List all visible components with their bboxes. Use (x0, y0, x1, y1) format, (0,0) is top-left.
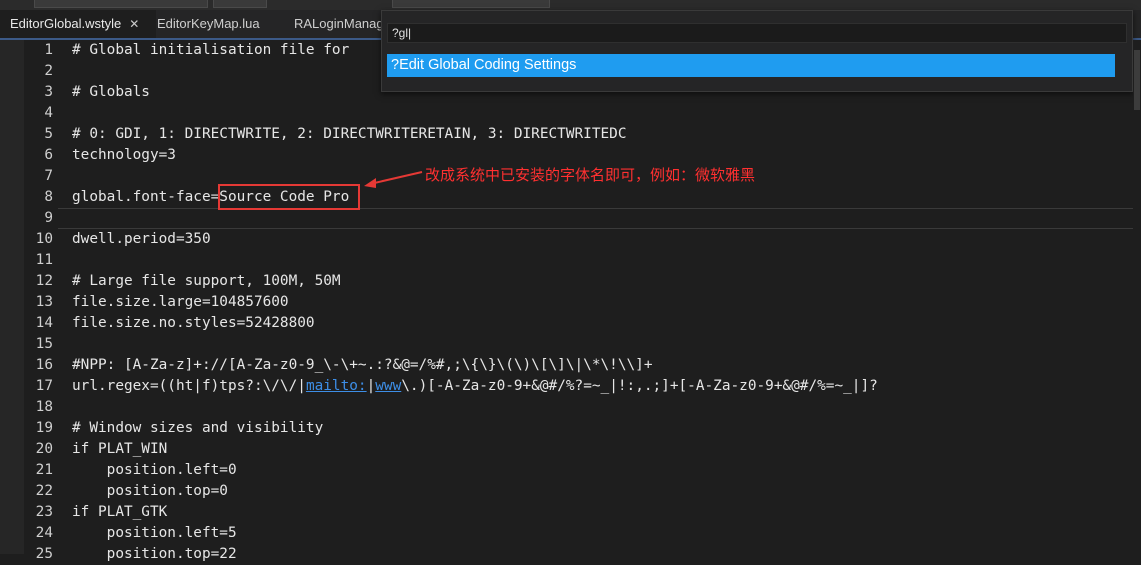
line-number: 10 (35, 231, 53, 247)
line-number: 4 (44, 105, 53, 121)
code-line: 5 # 0: GDI, 1: DIRECTWRITE, 2: DIRECTWRIT… (0, 124, 1141, 145)
line-number: 14 (35, 315, 53, 331)
line-number: 20 (35, 441, 53, 457)
line-number: 11 (35, 252, 53, 268)
line-number: 6 (44, 147, 53, 163)
tab-label: EditorGlobal.wstyle (10, 16, 122, 31)
code-line: 15 (0, 334, 1141, 355)
tab-label: RALoginManag (294, 16, 384, 31)
line-text: if PLAT_WIN (72, 441, 168, 457)
font-face-highlight-box (218, 184, 360, 210)
code-line: 25 position.top=22 (0, 544, 1141, 565)
code-line: 20 if PLAT_WIN (0, 439, 1141, 460)
line-text: file.size.no.styles=52428800 (72, 315, 315, 331)
line-number: 13 (35, 294, 53, 310)
code-line: 6 technology=3 (0, 145, 1141, 166)
code-fragment: \.)[-A-Za-z0-9+&@#/%?=~_|!:,.;]+[-A-Za-z… (401, 378, 878, 394)
toolbar-chip[interactable] (213, 0, 267, 8)
line-number: 7 (44, 168, 53, 184)
line-number: 3 (44, 84, 53, 100)
annotation-text: 改成系统中已安装的字体名即可，例如：微软雅黑 (425, 167, 756, 184)
code-line: 9 (0, 208, 1141, 229)
line-text: file.size.large=104857600 (72, 294, 289, 310)
line-text: # 0: GDI, 1: DIRECTWRITE, 2: DIRECTWRITE… (72, 126, 627, 142)
code-line: 21 position.left=0 (0, 460, 1141, 481)
code-fragment: | (366, 378, 376, 394)
line-number: 8 (44, 189, 53, 205)
code-line: 12 # Large file support, 100M, 50M (0, 271, 1141, 292)
line-text: if PLAT_GTK (72, 504, 168, 520)
line-text: #NPP: [A-Za-z]+://[A-Za-z0-9_\-\+~.:?&@=… (72, 357, 653, 373)
code-fragment: url.regex=((ht|f)tps?:\/\/| (72, 378, 306, 394)
line-number: 17 (35, 378, 53, 394)
scrollbar-thumb[interactable] (1134, 50, 1140, 110)
code-line: 24 position.left=5 (0, 523, 1141, 544)
line-text: position.left=5 (72, 525, 237, 541)
code-line: 16 #NPP: [A-Za-z]+://[A-Za-z0-9_\-\+~.:?&… (0, 355, 1141, 376)
code-editor[interactable]: 1 # Global initialisation file for 2 3 # Glo… (0, 40, 1141, 562)
code-line: 11 (0, 250, 1141, 271)
line-number: 15 (35, 336, 53, 352)
line-number: 25 (35, 546, 53, 562)
tab-editorkeymap[interactable]: EditorKeyMap.lua (147, 10, 295, 38)
window-top-strip (0, 0, 1141, 10)
line-text: # Window sizes and visibility (72, 420, 324, 436)
code-line: 8 global.font-face=Source Code Pro (0, 187, 1141, 208)
line-text: dwell.period=350 (72, 231, 211, 247)
line-number: 22 (35, 483, 53, 499)
line-text: # Global initialisation file for (72, 42, 350, 58)
code-line: 22 position.top=0 (0, 481, 1141, 502)
code-line: 10 dwell.period=350 (0, 229, 1141, 250)
code-line: 17 url.regex=((ht|f)tps?:\/\/|mailto:|www… (0, 376, 1141, 397)
url-link[interactable]: mailto: (306, 378, 367, 394)
line-text: # Globals (72, 84, 150, 100)
line-text: position.left=0 (72, 462, 237, 478)
line-text: # Large file support, 100M, 50M (72, 273, 341, 289)
line-text: technology=3 (72, 147, 176, 163)
command-palette: ?gl| ?Edit Global Coding Settings (381, 10, 1133, 92)
toolbar-chip[interactable] (392, 0, 550, 8)
close-icon[interactable]: ✕ (129, 17, 139, 31)
toolbar-chip[interactable] (34, 0, 208, 8)
tab-raloginmanag[interactable]: RALoginManag (284, 10, 391, 38)
code-line: 19 # Window sizes and visibility (0, 418, 1141, 439)
line-text: position.top=0 (72, 483, 228, 499)
line-text: position.top=22 (72, 546, 237, 562)
code-line: 13 file.size.large=104857600 (0, 292, 1141, 313)
line-text: url.regex=((ht|f)tps?:\/\/|mailto:|www\.… (72, 376, 878, 397)
line-number: 23 (35, 504, 53, 520)
line-number: 24 (35, 525, 53, 541)
line-number: 9 (44, 210, 53, 226)
tab-label: EditorKeyMap.lua (157, 16, 260, 31)
line-number: 12 (35, 273, 53, 289)
code-line: 14 file.size.no.styles=52428800 (0, 313, 1141, 334)
annotation-arrow-icon (364, 171, 423, 188)
line-number: 16 (35, 357, 53, 373)
line-number: 2 (44, 63, 53, 79)
command-palette-input[interactable]: ?gl| (387, 23, 1127, 43)
line-number: 1 (44, 42, 53, 58)
line-number: 5 (44, 126, 53, 142)
line-number: 18 (35, 399, 53, 415)
code-line: 4 (0, 103, 1141, 124)
url-link[interactable]: www (375, 378, 401, 394)
command-palette-item[interactable]: ?Edit Global Coding Settings (387, 54, 1115, 77)
code-line: 23 if PLAT_GTK (0, 502, 1141, 523)
code-line: 18 (0, 397, 1141, 418)
tab-editorglobal[interactable]: EditorGlobal.wstyle ✕ (0, 10, 156, 38)
line-number: 19 (35, 420, 53, 436)
vertical-scrollbar[interactable] (1133, 40, 1141, 554)
line-number: 21 (35, 462, 53, 478)
